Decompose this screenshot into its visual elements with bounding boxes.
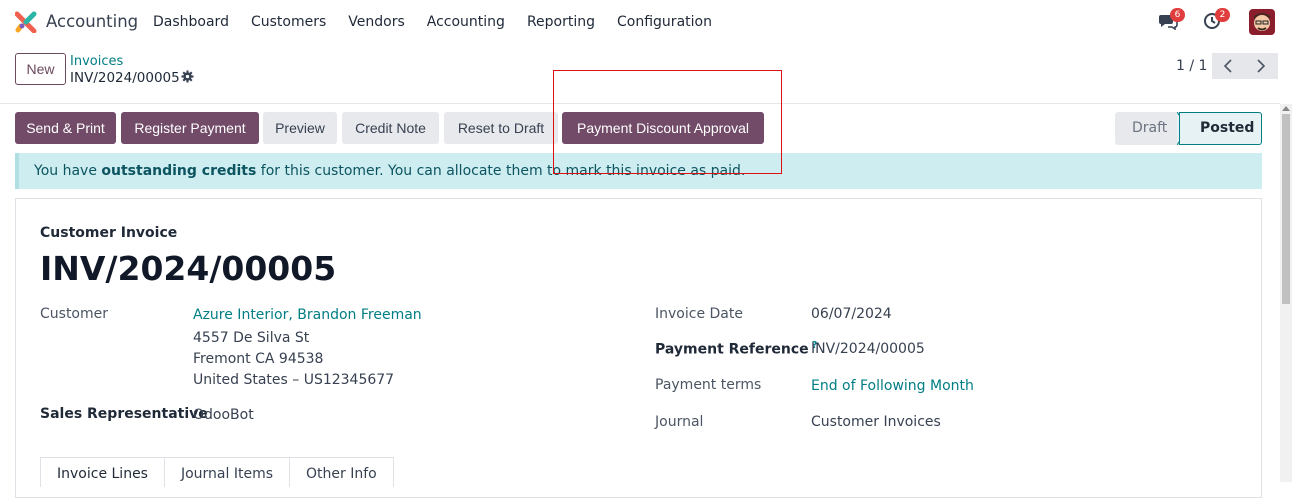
breadcrumb-invoices[interactable]: Invoices [70, 54, 123, 69]
page-scrollbar[interactable] [1280, 104, 1292, 482]
alert-prefix: You have [34, 163, 102, 179]
pager-next-button[interactable] [1245, 53, 1278, 79]
salesrep-label: Sales Representative [40, 406, 208, 422]
payment-terms-label: Payment terms [655, 377, 762, 393]
send-print-button[interactable]: Send & Print [15, 112, 116, 144]
invoice-sheet [15, 198, 1262, 498]
menu-customers[interactable]: Customers [240, 0, 337, 44]
customer-address-line1: 4557 De Silva St [193, 330, 310, 346]
register-payment-button[interactable]: Register Payment [121, 112, 259, 144]
top-navbar: Accounting Dashboard Customers Vendors A… [0, 0, 1292, 44]
reset-to-draft-button[interactable]: Reset to Draft [444, 112, 558, 144]
menu-vendors[interactable]: Vendors [337, 0, 415, 44]
tab-journal-items[interactable]: Journal Items [163, 457, 291, 487]
customer-label: Customer [40, 306, 109, 322]
tab-other-info[interactable]: Other Info [289, 457, 394, 487]
messages-badge: 6 [1170, 8, 1185, 22]
customer-link[interactable]: Azure Interior, Brandon Freeman [193, 307, 422, 323]
document-type: Customer Invoice [40, 225, 178, 241]
pager-value[interactable]: 1 / 1 [1176, 58, 1207, 74]
menu-accounting[interactable]: Accounting [416, 0, 516, 44]
activities-badge: 2 [1215, 8, 1230, 22]
breadcrumb-current: INV/2024/00005 [70, 70, 180, 86]
menu-reporting[interactable]: Reporting [516, 0, 606, 44]
payment-reference-label-text: Payment Reference [655, 341, 809, 358]
payment-reference-value[interactable]: INV/2024/00005 [811, 341, 925, 357]
accounting-app-icon[interactable] [15, 11, 37, 33]
notebook-tabs: Invoice Lines Journal Items Other Info [40, 457, 394, 487]
user-avatar-image [1249, 9, 1275, 35]
chevron-right-icon [1257, 59, 1266, 73]
highlight-annotation [553, 70, 782, 174]
scroll-thumb[interactable] [1282, 114, 1290, 304]
scroll-up-icon[interactable] [1282, 106, 1290, 111]
invoice-date-label: Invoice Date [655, 306, 743, 322]
journal-value[interactable]: Customer Invoices [811, 414, 941, 430]
customer-address-line2: Fremont CA 94538 [193, 351, 324, 367]
payment-terms-value[interactable]: End of Following Month [811, 378, 974, 394]
new-button[interactable]: New [15, 53, 66, 85]
pager-previous-button[interactable] [1212, 53, 1245, 79]
credit-note-button[interactable]: Credit Note [342, 112, 439, 144]
activities-button[interactable]: 2 [1203, 8, 1230, 34]
salesrep-value[interactable]: OdooBot [193, 407, 254, 423]
chevron-left-icon [1223, 59, 1232, 73]
invoice-name: INV/2024/00005 [40, 249, 337, 288]
main-menu: Dashboard Customers Vendors Accounting R… [142, 0, 723, 44]
preview-button[interactable]: Preview [263, 112, 337, 144]
tab-invoice-lines[interactable]: Invoice Lines [40, 457, 165, 487]
payment-reference-label: Payment Reference? [655, 340, 817, 358]
app-name[interactable]: Accounting [46, 12, 138, 31]
menu-configuration[interactable]: Configuration [606, 0, 723, 44]
messages-button[interactable]: 6 [1158, 8, 1185, 34]
gear-icon[interactable] [181, 70, 194, 83]
invoice-date-value[interactable]: 06/07/2024 [811, 306, 892, 322]
customer-address-line3: United States – US12345677 [193, 372, 395, 388]
alert-outstanding-credits[interactable]: outstanding credits [101, 163, 256, 179]
menu-dashboard[interactable]: Dashboard [142, 0, 240, 44]
user-avatar[interactable] [1249, 9, 1275, 35]
status-posted[interactable]: Posted [1179, 112, 1262, 145]
journal-label: Journal [655, 414, 704, 430]
